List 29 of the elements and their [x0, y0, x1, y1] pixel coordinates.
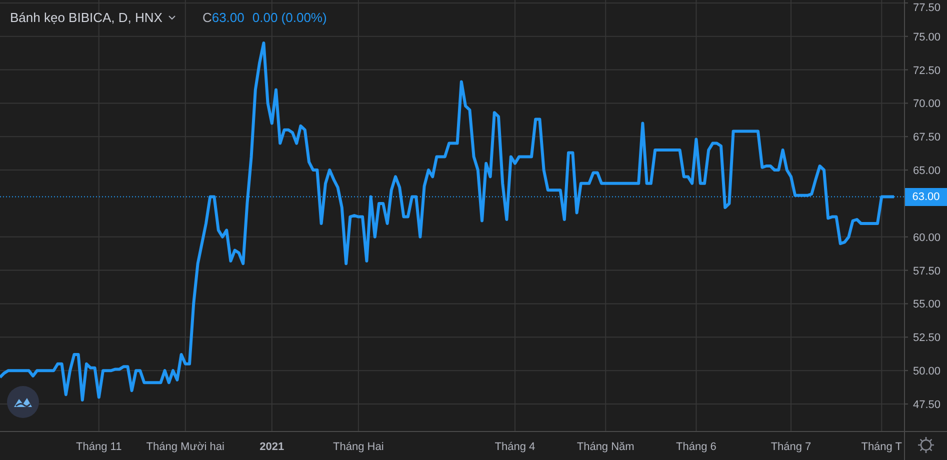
chevron-icon[interactable] — [168, 14, 176, 21]
axis-label: Tháng 6 — [676, 441, 716, 453]
axis-label: Tháng Mười hai — [146, 441, 224, 453]
axis-label: 47.50 — [913, 399, 941, 411]
axis-label: 77.50 — [913, 2, 941, 14]
axis-label: Tháng Năm — [576, 441, 634, 453]
axis-label: 67.50 — [913, 132, 941, 144]
axis-label: 70.00 — [913, 98, 941, 110]
axis-label: 65.00 — [913, 165, 941, 178]
symbol-title[interactable]: Bánh kẹo BIBICA, D, HNX — [10, 8, 162, 28]
axis-label: Tháng T — [861, 441, 902, 453]
last-price-label: 63.00 — [905, 188, 947, 206]
axis-label: 72.50 — [913, 64, 941, 77]
change-value: 0.00 (0.00%) — [252, 9, 327, 27]
axis-label: Tháng 11 — [76, 441, 122, 453]
axis-label: 60.00 — [913, 232, 941, 244]
logo-icon[interactable] — [7, 386, 39, 418]
axis-label: 50.00 — [913, 366, 941, 378]
axis-label: Tháng 7 — [770, 441, 812, 453]
axis-label: Tháng 4 — [494, 441, 536, 453]
axis-label: 75.00 — [913, 31, 941, 44]
close-value: 63.00 — [212, 9, 244, 27]
axis-label: 2021 — [260, 441, 284, 453]
settings-icon[interactable] — [917, 436, 935, 454]
axis-label: 52.50 — [913, 332, 941, 344]
axis-label: 57.50 — [913, 265, 941, 278]
axis-label: Tháng Hai — [333, 441, 384, 453]
axis-label: 55.00 — [913, 298, 941, 311]
close-label: C — [202, 9, 212, 27]
